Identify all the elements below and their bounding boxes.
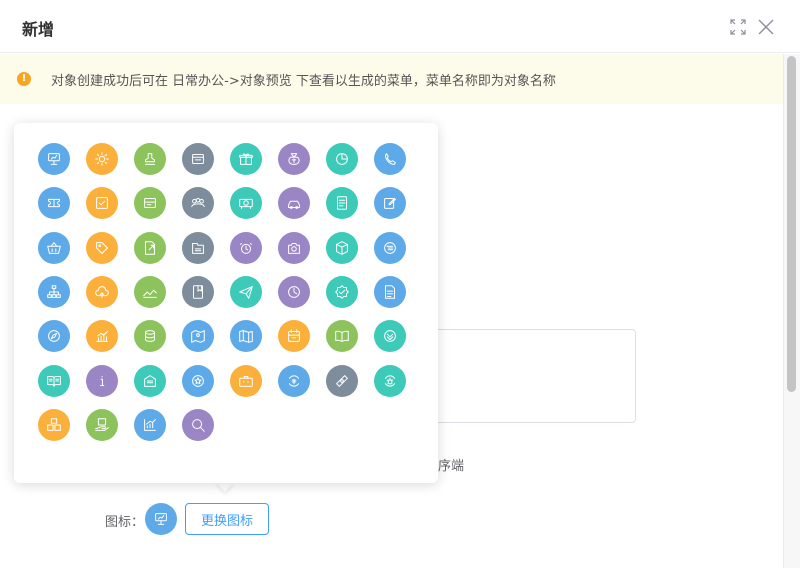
bar-chart-icon[interactable]: [86, 320, 118, 353]
report-icon[interactable]: [374, 275, 406, 308]
boxes-icon[interactable]: [38, 408, 70, 441]
customer-cycle-icon[interactable]: [278, 364, 310, 397]
hand-box-icon[interactable]: [86, 408, 118, 441]
org-chart-icon[interactable]: [38, 275, 70, 308]
growth-chart-icon[interactable]: [134, 408, 166, 441]
inbox-icon[interactable]: [134, 364, 166, 397]
star-icon[interactable]: [182, 364, 214, 397]
suitcase-icon[interactable]: [230, 364, 262, 397]
clock-icon[interactable]: [278, 275, 310, 308]
calendar-icon[interactable]: [278, 320, 310, 353]
location-map-icon[interactable]: [182, 320, 214, 353]
box-icon[interactable]: [326, 231, 358, 264]
calendar-card-icon[interactable]: [182, 143, 214, 175]
dialog-header: 新增: [0, 0, 800, 53]
document-icon[interactable]: [326, 187, 358, 220]
info-icon[interactable]: [86, 364, 118, 397]
search-icon[interactable]: [182, 408, 214, 441]
close-icon[interactable]: [757, 18, 775, 36]
edit-icon[interactable]: [374, 187, 406, 220]
tag-icon[interactable]: [86, 231, 118, 264]
change-icon-button[interactable]: 更换图标: [185, 503, 269, 535]
basket-icon[interactable]: [38, 231, 70, 264]
checkbox-icon[interactable]: [86, 187, 118, 220]
list-icon[interactable]: [374, 231, 406, 264]
phone-icon[interactable]: [374, 143, 406, 175]
trend-icon[interactable]: [134, 275, 166, 308]
paper-plane-icon[interactable]: [230, 275, 262, 308]
presentation-icon: [152, 510, 170, 528]
card-icon[interactable]: [134, 187, 166, 220]
open-book-icon[interactable]: [326, 320, 358, 353]
file-export-icon[interactable]: [134, 231, 166, 264]
icon-label: 图标：: [105, 515, 145, 530]
group-icon[interactable]: [182, 187, 214, 220]
pie-chart-icon[interactable]: [326, 143, 358, 175]
partial-label: 序端: [438, 459, 465, 474]
projector-icon[interactable]: [230, 187, 262, 220]
merchant-cycle-icon[interactable]: [374, 364, 406, 397]
bookmark-icon[interactable]: [182, 275, 214, 308]
fullscreen-icon[interactable]: [729, 18, 747, 36]
money-bag-icon[interactable]: [278, 143, 310, 175]
notice-text: 对象创建成功后可在 日常办公->对象预览 下查看以生成的菜单，菜单名称即为对象名…: [51, 74, 556, 89]
camera-icon[interactable]: [278, 231, 310, 264]
scrollbar[interactable]: [783, 54, 800, 568]
selected-icon: [145, 503, 177, 535]
cloud-upload-icon[interactable]: [86, 275, 118, 308]
gift-icon[interactable]: [230, 143, 262, 175]
database-icon[interactable]: [134, 320, 166, 353]
icon-picker-popover: [14, 123, 438, 483]
description-textarea[interactable]: [418, 329, 636, 423]
dialog-title: 新增: [22, 20, 55, 39]
badge-check-icon[interactable]: [326, 275, 358, 308]
notice-banner: ! 对象创建成功后可在 日常办公->对象预览 下查看以生成的菜单，菜单名称即为对…: [0, 54, 783, 104]
compass-icon[interactable]: [38, 320, 70, 353]
warning-icon: !: [17, 72, 31, 86]
folder-icon[interactable]: [182, 231, 214, 264]
presentation-icon[interactable]: [38, 143, 70, 175]
map-icon[interactable]: [230, 320, 262, 353]
gear-icon[interactable]: [86, 143, 118, 175]
scrollbar-thumb[interactable]: [787, 56, 796, 392]
book-icon[interactable]: [38, 364, 70, 397]
chevron-down-circle-icon[interactable]: [374, 320, 406, 353]
car-icon[interactable]: [278, 187, 310, 220]
alarm-clock-icon[interactable]: [230, 231, 262, 264]
money-icon[interactable]: [326, 364, 358, 397]
stamp-icon[interactable]: [134, 143, 166, 175]
ticket-icon[interactable]: [38, 187, 70, 220]
